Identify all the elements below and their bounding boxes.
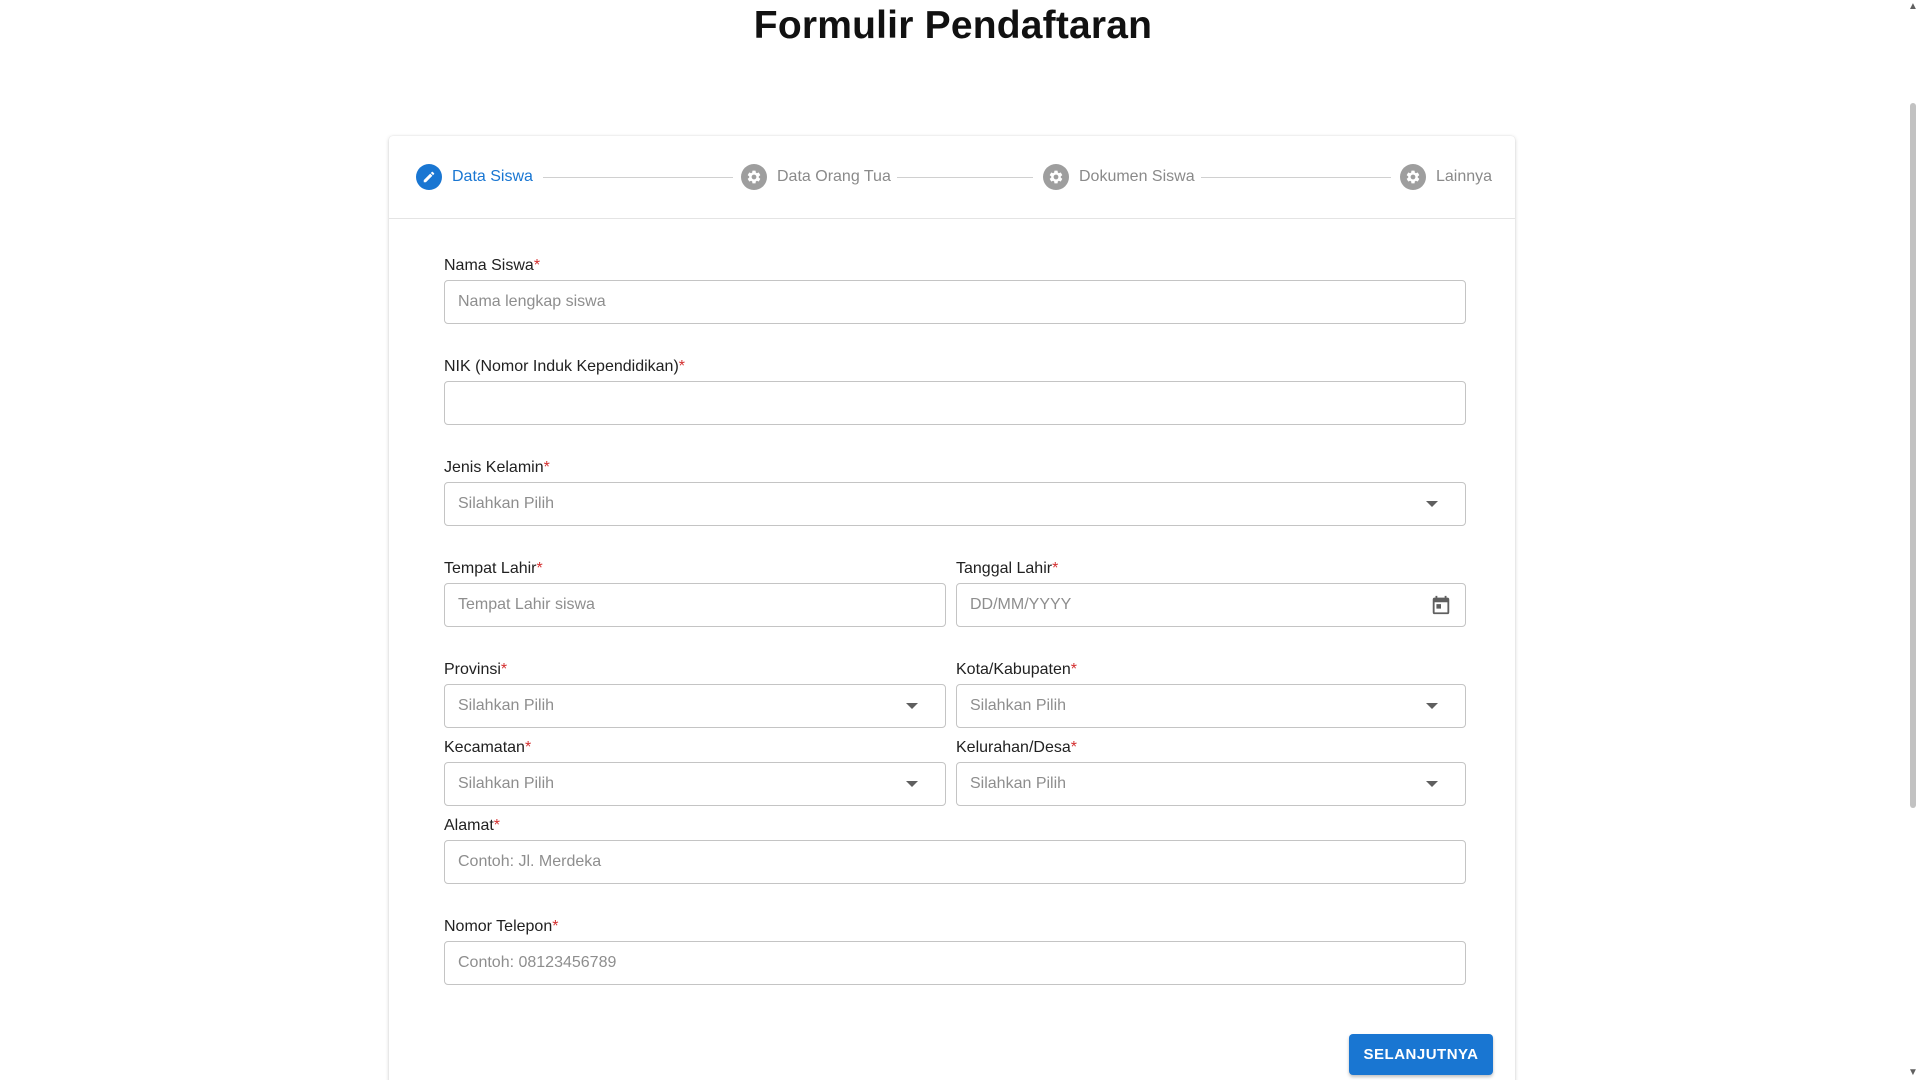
page-title: Formulir Pendaftaran bbox=[753, 4, 1153, 47]
step-label: Data Orang Tua bbox=[777, 168, 891, 185]
kecamatan-label-text: Kecamatan bbox=[444, 739, 525, 756]
step-label: Dokumen Siswa bbox=[1079, 168, 1195, 185]
step-label: Data Siswa bbox=[452, 168, 533, 185]
kecamatan-select[interactable]: Silahkan Pilih bbox=[444, 762, 946, 806]
dropdown-arrow-icon bbox=[906, 781, 918, 787]
gear-icon bbox=[1043, 164, 1069, 190]
dropdown-arrow-icon bbox=[1426, 501, 1438, 507]
select-value: Silahkan Pilih bbox=[458, 697, 555, 714]
form-stepper: Data Siswa Data Orang Tua Dokumen Siswa bbox=[389, 136, 1515, 219]
kota-label-text: Kota/Kabupaten bbox=[956, 661, 1071, 678]
alamat-label: Alamat* bbox=[444, 817, 500, 835]
telepon-label: Nomor Telepon* bbox=[444, 918, 558, 936]
provinsi-select[interactable]: Silahkan Pilih bbox=[444, 684, 946, 728]
required-marker: * bbox=[552, 918, 559, 935]
required-marker: * bbox=[1070, 739, 1077, 756]
tempat-lahir-label-text: Tempat Lahir bbox=[444, 560, 537, 577]
step-data-siswa[interactable]: Data Siswa bbox=[416, 164, 533, 190]
step-data-orang-tua[interactable]: Data Orang Tua bbox=[741, 164, 891, 190]
tempat-lahir-label: Tempat Lahir* bbox=[444, 560, 543, 578]
kelurahan-label-text: Kelurahan/Desa bbox=[956, 739, 1071, 756]
pencil-icon bbox=[416, 164, 442, 190]
select-value: Silahkan Pilih bbox=[970, 775, 1067, 792]
provinsi-label: Provinsi* bbox=[444, 661, 507, 679]
jenis-kelamin-label-text: Jenis Kelamin bbox=[444, 459, 544, 476]
scroll-thumb[interactable] bbox=[1910, 103, 1916, 808]
tanggal-lahir-input[interactable] bbox=[956, 583, 1466, 627]
scroll-down-icon[interactable]: ▼ bbox=[1908, 1068, 1918, 1078]
calendar-icon[interactable] bbox=[1430, 594, 1452, 616]
nik-label: NIK (Nomor Induk Kependidikan)* bbox=[444, 358, 685, 376]
nama-siswa-input[interactable] bbox=[444, 280, 1466, 324]
nama-siswa-label-text: Nama Siswa bbox=[444, 257, 534, 274]
dropdown-arrow-icon bbox=[906, 703, 918, 709]
step-dokumen-siswa[interactable]: Dokumen Siswa bbox=[1043, 164, 1195, 190]
step-connector bbox=[543, 177, 733, 178]
tanggal-lahir-label: Tanggal Lahir* bbox=[956, 560, 1058, 578]
select-value: Silahkan Pilih bbox=[970, 697, 1067, 714]
kelurahan-select[interactable]: Silahkan Pilih bbox=[956, 762, 1466, 806]
kota-label: Kota/Kabupaten* bbox=[956, 661, 1077, 679]
required-marker: * bbox=[493, 817, 501, 834]
telepon-label-text: Nomor Telepon bbox=[444, 918, 553, 935]
select-value: Silahkan Pilih bbox=[458, 775, 555, 792]
step-connector bbox=[897, 177, 1033, 178]
required-marker: * bbox=[500, 661, 508, 678]
nik-input[interactable] bbox=[444, 381, 1466, 425]
next-button[interactable]: SELANJUTNYA bbox=[1349, 1034, 1493, 1075]
kecamatan-label: Kecamatan* bbox=[444, 739, 531, 757]
nama-siswa-label: Nama Siswa* bbox=[444, 257, 540, 275]
jenis-kelamin-select[interactable]: Silahkan Pilih bbox=[444, 482, 1466, 526]
scroll-up-icon[interactable]: ▲ bbox=[1908, 2, 1918, 12]
step-lainnya[interactable]: Lainnya bbox=[1400, 164, 1492, 190]
nik-label-text: NIK (Nomor Induk Kependidikan) bbox=[444, 358, 679, 375]
dropdown-arrow-icon bbox=[1426, 703, 1438, 709]
tempat-lahir-input[interactable] bbox=[444, 583, 946, 627]
tanggal-lahir-label-text: Tanggal Lahir bbox=[956, 560, 1053, 577]
page: Formulir Pendaftaran ▲ ▼ Data Siswa Data… bbox=[0, 0, 1920, 1080]
kelurahan-label: Kelurahan/Desa* bbox=[956, 739, 1077, 757]
telepon-input[interactable] bbox=[444, 941, 1466, 985]
vertical-scrollbar[interactable]: ▲ ▼ bbox=[1906, 0, 1920, 1080]
step-label: Lainnya bbox=[1436, 168, 1493, 185]
required-marker: * bbox=[524, 739, 532, 756]
select-value: Silahkan Pilih bbox=[458, 495, 555, 512]
gear-icon bbox=[1400, 164, 1426, 190]
required-marker: * bbox=[543, 459, 550, 476]
alamat-label-text: Alamat bbox=[444, 817, 494, 834]
tanggal-lahir-field bbox=[956, 583, 1466, 627]
alamat-input[interactable] bbox=[444, 840, 1466, 884]
required-marker: * bbox=[1070, 661, 1077, 678]
dropdown-arrow-icon bbox=[1426, 781, 1438, 787]
gear-icon bbox=[741, 164, 767, 190]
kota-select[interactable]: Silahkan Pilih bbox=[956, 684, 1466, 728]
required-marker: * bbox=[536, 560, 543, 577]
required-marker: * bbox=[533, 257, 541, 274]
jenis-kelamin-label: Jenis Kelamin* bbox=[444, 459, 550, 477]
required-marker: * bbox=[1052, 560, 1059, 577]
step-connector bbox=[1201, 177, 1391, 178]
required-marker: * bbox=[678, 358, 686, 375]
provinsi-label-text: Provinsi bbox=[444, 661, 501, 678]
registration-form-card: Data Siswa Data Orang Tua Dokumen Siswa bbox=[389, 136, 1515, 1080]
